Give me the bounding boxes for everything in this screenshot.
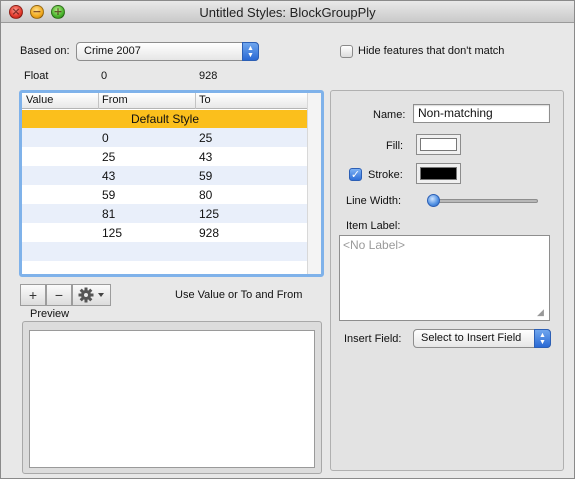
table-row[interactable]: 25 43 [22, 147, 308, 166]
range-max-value: 928 [199, 70, 218, 82]
based-on-popup[interactable]: Crime 2007 ▲ ▼ [76, 42, 259, 61]
line-width-slider-track[interactable] [428, 199, 538, 203]
cell-from: 59 [102, 188, 116, 202]
item-label-placeholder: <No Label> [343, 238, 406, 252]
column-divider [98, 93, 99, 109]
stroke-label: Stroke: [368, 169, 403, 181]
cell-to: 125 [199, 207, 220, 221]
popup-arrows-icon: ▲ ▼ [534, 329, 551, 348]
style-name-field[interactable]: Non-matching [413, 104, 550, 123]
resize-grip-icon[interactable]: ◢ [537, 308, 547, 318]
action-menu-button[interactable] [72, 284, 111, 306]
hide-features-label: Hide features that don't match [358, 45, 505, 57]
fill-label: Fill: [386, 140, 404, 152]
insert-field-popup[interactable]: Select to Insert Field ▲ ▼ [413, 329, 551, 348]
cell-from: 25 [102, 150, 116, 164]
remove-row-button[interactable]: − [46, 284, 72, 306]
item-label-label: Item Label: [346, 220, 401, 232]
based-on-value: Crime 2007 [84, 45, 141, 57]
table-row-empty [22, 242, 308, 261]
window-title: Untitled Styles: BlockGroupPly [199, 5, 376, 20]
stroke-checkbox[interactable]: ✓ [349, 168, 362, 181]
cell-to: 59 [199, 169, 213, 183]
cell-from: 43 [102, 169, 116, 183]
based-on-label: Based on: [20, 45, 70, 57]
styles-window: × − + Untitled Styles: BlockGroupPly Bas… [0, 0, 575, 479]
default-style-row[interactable]: Default Style [22, 110, 308, 128]
insert-field-label: Insert Field: [344, 333, 402, 345]
cell-to: 80 [199, 188, 213, 202]
table-header: Value From To [22, 93, 308, 109]
line-width-label: Line Width: [346, 195, 402, 207]
table-row[interactable]: 43 59 [22, 166, 308, 185]
fill-color-well[interactable] [416, 134, 461, 155]
fill-color-swatch [420, 138, 457, 151]
add-row-button[interactable]: + [20, 284, 46, 306]
table-row[interactable]: 59 80 [22, 185, 308, 204]
name-label: Name: [373, 109, 406, 121]
table-row-empty [22, 261, 308, 274]
stroke-color-well[interactable] [416, 163, 461, 184]
item-label-textarea[interactable]: <No Label> ◢ [339, 235, 550, 321]
title-bar[interactable]: × − + Untitled Styles: BlockGroupPly [1, 1, 574, 23]
table-row[interactable]: 81 125 [22, 204, 308, 223]
checkmark-icon: ✓ [350, 168, 361, 181]
cell-from: 0 [102, 131, 109, 145]
cell-from: 125 [102, 226, 123, 240]
cell-to: 25 [199, 131, 213, 145]
preview-group [22, 321, 322, 474]
cell-to: 43 [199, 150, 213, 164]
cell-from: 81 [102, 207, 116, 221]
insert-field-value: Select to Insert Field [421, 332, 522, 344]
gear-icon [78, 287, 104, 303]
column-header-value[interactable]: Value [26, 94, 53, 106]
table-scrollbar[interactable] [307, 93, 321, 274]
cell-to: 928 [199, 226, 220, 240]
table-hint-text: Use Value or To and From [175, 289, 303, 301]
stroke-color-swatch [420, 167, 457, 180]
column-header-to[interactable]: To [199, 94, 211, 106]
column-header-from[interactable]: From [102, 94, 128, 106]
value-type-label: Float [24, 70, 49, 82]
table-row[interactable]: 0 25 [22, 128, 308, 147]
range-min-value: 0 [101, 70, 108, 82]
column-divider [195, 93, 196, 109]
line-width-slider-knob[interactable] [427, 194, 440, 207]
style-ranges-table[interactable]: Value From To Default Style 0 25 25 43 4… [19, 90, 324, 277]
table-row[interactable]: 125 928 [22, 223, 308, 242]
preview-canvas [29, 330, 315, 468]
popup-arrows-icon: ▲ ▼ [242, 42, 259, 61]
preview-label: Preview [30, 308, 70, 320]
hide-features-checkbox[interactable] [340, 45, 353, 58]
